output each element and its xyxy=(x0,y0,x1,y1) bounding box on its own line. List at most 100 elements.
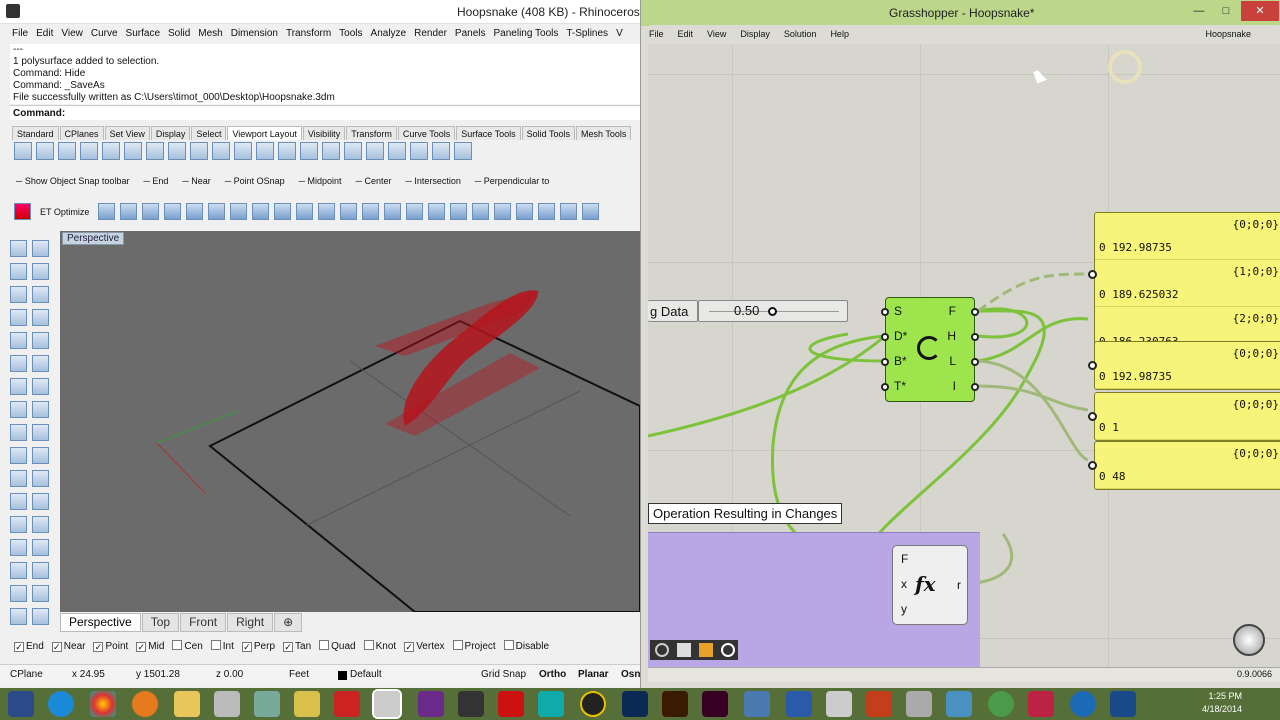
refresh-icon[interactable] xyxy=(721,643,735,657)
powerpoint-icon[interactable] xyxy=(866,691,892,717)
modeling-tool-icon[interactable] xyxy=(32,608,49,625)
osnap-checkbox[interactable]: ✓ xyxy=(14,642,24,652)
osnap-project[interactable]: Project xyxy=(452,640,496,652)
et-tool-icon[interactable] xyxy=(406,203,424,220)
toolbar-tab-display[interactable]: Display xyxy=(150,126,191,140)
modeling-tool-icon[interactable] xyxy=(32,240,49,257)
app-icon-4[interactable] xyxy=(988,691,1014,717)
layout-tool-icon[interactable] xyxy=(410,142,428,160)
layout-tool-icon[interactable] xyxy=(278,142,296,160)
data-panel[interactable]: {0;0;0} 0 192.98735 {1;0;0} 0 189.625032 {2;… xyxy=(1094,212,1280,355)
toolbar-tab-mesh-tools[interactable]: Mesh Tools xyxy=(575,126,632,140)
modeling-tool-icon[interactable] xyxy=(10,240,27,257)
layout-tool-icon[interactable] xyxy=(454,142,472,160)
et-tool-icon[interactable] xyxy=(494,203,512,220)
hoopsnake-output-i[interactable]: I xyxy=(953,379,956,393)
hoopsnake-output-l[interactable]: L xyxy=(949,354,956,368)
modeling-tool-icon[interactable] xyxy=(10,401,27,418)
modeling-tool-icon[interactable] xyxy=(32,378,49,395)
expression-component[interactable]: fx r Fxy xyxy=(892,545,968,625)
modeling-tool-icon[interactable] xyxy=(32,263,49,280)
toolbar-tab-cplanes[interactable]: CPlanes xyxy=(59,126,104,140)
et-tool-icon[interactable] xyxy=(516,203,534,220)
toolbar-tab-visibility[interactable]: Visibility xyxy=(302,126,346,140)
output-grip[interactable] xyxy=(971,383,979,391)
hoopsnake-output-h[interactable]: H xyxy=(947,329,956,343)
layout-tool-icon[interactable] xyxy=(58,142,76,160)
data-panel[interactable]: {0;0;0} 0 1 xyxy=(1094,392,1280,441)
modeling-tool-icon[interactable] xyxy=(10,516,27,533)
layout-tool-icon[interactable] xyxy=(344,142,362,160)
osnap-checkbox[interactable]: ✓ xyxy=(93,642,104,652)
et-tool-icon[interactable] xyxy=(98,203,116,220)
menu-item-t-splines[interactable]: T-Splines xyxy=(562,25,612,42)
illustrator-icon[interactable] xyxy=(662,691,688,717)
et-tool-icon[interactable] xyxy=(318,203,336,220)
status-grid-snap[interactable]: Grid Snap xyxy=(481,669,526,680)
expr-input-f[interactable]: F xyxy=(901,552,908,566)
layout-tool-icon[interactable] xyxy=(190,142,208,160)
modeling-tool-icon[interactable] xyxy=(10,470,27,487)
menu-item-transform[interactable]: Transform xyxy=(282,25,335,42)
osnap-checkbox[interactable]: ✓ xyxy=(51,642,62,652)
modeling-tool-icon[interactable] xyxy=(32,539,49,556)
file-explorer-icon[interactable] xyxy=(174,691,200,717)
output-grip[interactable] xyxy=(971,308,979,316)
osnap-tan[interactable]: ✓ Tan xyxy=(283,641,311,652)
gh-menu-edit[interactable]: Edit xyxy=(678,25,694,44)
app-icon-3[interactable] xyxy=(946,691,972,717)
snap-tool-show-object-snap-toolbar[interactable]: ─ Show Object Snap toolbar xyxy=(16,176,129,186)
osnap-knot[interactable]: Knot xyxy=(363,640,396,652)
modeling-tool-icon[interactable] xyxy=(32,401,49,418)
rhino-app-icon[interactable] xyxy=(6,4,20,18)
layout-tool-icon[interactable] xyxy=(388,142,406,160)
hand-icon[interactable] xyxy=(699,643,713,657)
document-icon[interactable] xyxy=(826,691,852,717)
et-tool-icon[interactable] xyxy=(428,203,446,220)
modeling-tool-icon[interactable] xyxy=(32,286,49,303)
word-icon[interactable] xyxy=(786,691,812,717)
snap-tool-point-osnap[interactable]: ─ Point OSnap xyxy=(225,176,285,186)
modeling-tool-icon[interactable] xyxy=(10,447,27,464)
ie-icon[interactable] xyxy=(48,691,74,717)
panel-input-grip[interactable] xyxy=(1088,270,1097,279)
photoshop-icon[interactable] xyxy=(622,691,648,717)
toolbar-tab-viewport-layout[interactable]: Viewport Layout xyxy=(227,126,302,140)
app-icon-2[interactable] xyxy=(906,691,932,717)
layout-tool-icon[interactable] xyxy=(212,142,230,160)
osnap-end[interactable]: ✓ End xyxy=(14,641,44,652)
et-tool-icon[interactable] xyxy=(472,203,490,220)
layout-tool-icon[interactable] xyxy=(300,142,318,160)
slider-grip[interactable] xyxy=(768,307,777,316)
maximize-button[interactable]: □ xyxy=(1216,1,1236,21)
status-ortho[interactable]: Ortho xyxy=(539,669,566,680)
output-grip[interactable] xyxy=(971,358,979,366)
indesign-icon[interactable] xyxy=(702,691,728,717)
autocad-icon[interactable] xyxy=(498,691,524,717)
chrome-icon[interactable] xyxy=(90,691,116,717)
et-tool-icon[interactable] xyxy=(296,203,314,220)
modeling-tool-icon[interactable] xyxy=(10,608,27,625)
et-optimize-icon[interactable] xyxy=(14,203,31,220)
snap-tool-center[interactable]: ─ Center xyxy=(356,176,392,186)
et-tool-icon[interactable] xyxy=(120,203,138,220)
menu-item-view[interactable]: View xyxy=(57,25,87,42)
input-grip[interactable] xyxy=(881,383,889,391)
modeling-tool-icon[interactable] xyxy=(10,493,27,510)
layout-tool-icon[interactable] xyxy=(234,142,252,160)
modeling-tool-icon[interactable] xyxy=(32,516,49,533)
layout-tool-icon[interactable] xyxy=(102,142,120,160)
modeling-tool-icon[interactable] xyxy=(10,286,27,303)
menu-item-paneling-tools[interactable]: Paneling Tools xyxy=(490,25,563,42)
et-tool-icon[interactable] xyxy=(252,203,270,220)
et-optimize-label[interactable]: ET Optimize xyxy=(40,207,89,217)
calculator-icon[interactable] xyxy=(214,691,240,717)
et-tool-icon[interactable] xyxy=(340,203,358,220)
sticky-notes-icon[interactable] xyxy=(294,691,320,717)
et-tool-icon[interactable] xyxy=(450,203,468,220)
status-layer[interactable]: Default xyxy=(350,669,382,680)
gh-document-name[interactable]: Hoopsnake xyxy=(1205,25,1251,44)
osnap-point[interactable]: ✓ Point xyxy=(93,641,128,652)
modeling-tool-icon[interactable] xyxy=(32,447,49,464)
et-tool-icon[interactable] xyxy=(384,203,402,220)
